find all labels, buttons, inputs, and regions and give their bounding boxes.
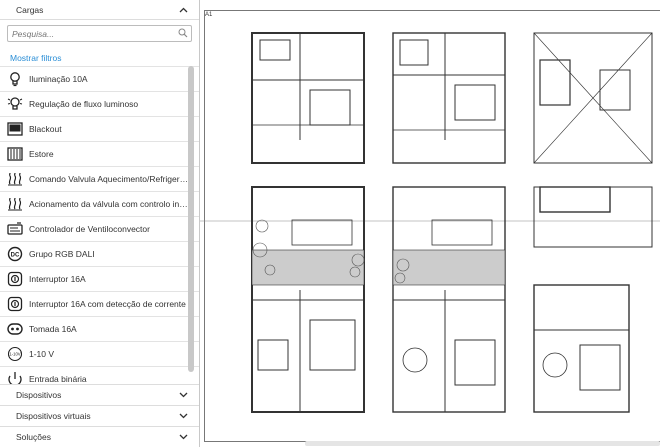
fan-coil-icon [7,221,23,237]
list-item-label: Acionamento da válvula com controlo inte… [29,199,189,209]
one-ten-volt-icon: 1-10V [7,346,23,362]
list-item-label: Estore [29,149,54,159]
list-item-label: Blackout [29,124,62,134]
list-item-label: Entrada binária [29,374,87,384]
list-item-label: Iluminação 10A [29,74,88,84]
list-item[interactable]: Entrada binária [0,367,199,385]
list-item[interactable]: Tomada 16A [0,317,199,342]
loads-list: Iluminação 10A Regulação de fluxo lumino… [0,66,199,385]
section-label: Soluções [16,432,51,442]
section-label: Dispositivos virtuais [16,411,91,421]
drawing-canvas[interactable]: A1 [200,0,660,447]
section-virtual-devices[interactable]: Dispositivos virtuais [0,405,199,426]
floor-plans-drawing [200,32,660,413]
list-item-label: Controlador de Ventiloconvector [29,224,150,234]
list-item[interactable]: Regulação de fluxo luminoso [0,92,199,117]
list-item[interactable]: Estore [0,142,199,167]
list-item-label: Regulação de fluxo luminoso [29,99,139,109]
list-item[interactable]: Comando Valvula Aquecimento/Refrigeração [0,167,199,192]
cargas-title: Cargas [16,4,44,15]
dimmer-bulb-icon [7,96,23,112]
search-input[interactable] [8,26,172,41]
list-item-label: Interruptor 16A [29,274,86,284]
switch-current-icon [7,296,23,312]
search-icon[interactable] [178,28,188,40]
list-item[interactable]: Interruptor 16A [0,267,199,292]
list-item[interactable]: Iluminação 10A [0,67,199,92]
bulb-icon [7,71,23,87]
list-item[interactable]: DC Grupo RGB DALI [0,242,199,267]
list-item-label: Tomada 16A [29,324,77,334]
list-item-label: Grupo RGB DALI [29,249,95,259]
switch-icon [7,271,23,287]
shutter-icon [7,146,23,162]
search-box [7,25,192,42]
chevron-down-icon[interactable] [177,431,189,443]
list-item[interactable]: 1-10V 1-10 V [0,342,199,367]
chevron-down-icon[interactable] [177,389,189,401]
chevron-up-icon[interactable] [177,4,189,16]
svg-text:DC: DC [11,253,20,259]
cargas-header[interactable]: Cargas [0,0,199,20]
list-item[interactable]: Acionamento da válvula com controlo inte… [0,192,199,217]
valve-control-icon [7,196,23,212]
section-label: Dispositivos [16,390,62,400]
horizontal-scrollbar[interactable] [305,441,660,446]
show-filters-link[interactable]: Mostrar filtros [10,53,61,63]
binary-input-icon [7,371,23,385]
list-scrollbar[interactable] [188,66,194,372]
list-item-label: Interruptor 16A com detecção de corrente [29,299,186,309]
chevron-down-icon[interactable] [177,410,189,422]
section-solutions[interactable]: Soluções [0,426,199,447]
list-item-label: 1-10 V [29,349,55,359]
section-dispositivos[interactable]: Dispositivos [0,384,199,405]
heating-valve-icon [7,171,23,187]
list-item[interactable]: Interruptor 16A com detecção de corrente [0,292,199,317]
list-item-label: Comando Valvula Aquecimento/Refrigeração [29,174,189,184]
sidebar: Cargas Mostrar filtros Iluminação 10A Re… [0,0,200,447]
one-ten-volt-badge: 1-10V [9,352,20,357]
socket-icon [7,321,23,337]
list-item[interactable]: Blackout [0,117,199,142]
dali-icon: DC [7,246,23,262]
list-item[interactable]: Controlador de Ventiloconvector [0,217,199,242]
blackout-blind-icon [7,121,23,137]
